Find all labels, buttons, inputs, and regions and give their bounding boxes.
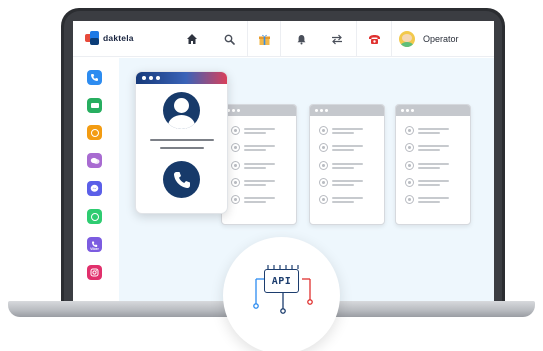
contact-avatar-icon [319, 143, 328, 152]
channel-sidebar: Viber [73, 58, 119, 301]
contact-avatar-icon [231, 195, 240, 204]
contact-list-card [395, 104, 471, 225]
contact-avatar-icon [319, 161, 328, 170]
phone-icon [173, 171, 190, 188]
list-item [405, 126, 449, 135]
list-item [319, 143, 363, 152]
hangup-button[interactable] [359, 21, 389, 57]
list-item [319, 161, 363, 170]
phone-red-icon [368, 34, 380, 44]
home-icon [187, 34, 197, 44]
instagram-channel-icon[interactable] [87, 265, 102, 280]
topbar-divider [247, 21, 248, 57]
logo-text: daktela [103, 33, 134, 43]
contact-list-card [221, 104, 297, 225]
list-item [405, 178, 449, 187]
phone-channel-icon[interactable] [87, 70, 102, 85]
viber-label: Viber [90, 247, 99, 251]
api-chip-icon: API [264, 269, 299, 293]
gift-button[interactable] [249, 21, 279, 57]
list-item [319, 178, 363, 187]
topbar-divider [356, 21, 357, 57]
person-icon [163, 92, 200, 129]
contact-avatar-icon [231, 126, 240, 135]
operator-menu[interactable]: Operator [399, 21, 459, 57]
list-item [231, 195, 275, 204]
list-item [231, 178, 275, 187]
contact-avatar-icon [405, 178, 414, 187]
operator-name: Operator [423, 34, 459, 44]
whatsapp-channel-icon[interactable] [87, 209, 102, 224]
avatar [399, 31, 415, 47]
list-item [405, 143, 449, 152]
transfer-button[interactable] [322, 21, 352, 57]
contact-detail-placeholder [160, 147, 204, 149]
list-item [405, 195, 449, 204]
contact-avatar-icon [319, 195, 328, 204]
contact-avatar-icon [405, 126, 414, 135]
chat-channel-icon[interactable] [87, 125, 102, 140]
contact-detail-card[interactable] [135, 71, 228, 214]
list-item [231, 161, 275, 170]
call-button[interactable] [163, 161, 200, 198]
viber-channel-icon[interactable]: Viber [87, 237, 102, 252]
contact-avatar-icon [405, 161, 414, 170]
topbar-divider [280, 21, 281, 57]
contact-list-card [309, 104, 385, 225]
contact-avatar-icon [405, 195, 414, 204]
home-button[interactable] [177, 21, 207, 57]
list-item [405, 161, 449, 170]
list-item [319, 195, 363, 204]
contact-avatar-icon [319, 126, 328, 135]
email-channel-icon[interactable] [87, 98, 102, 113]
contact-avatar-icon [405, 143, 414, 152]
list-item [231, 126, 275, 135]
contact-avatar-icon [231, 161, 240, 170]
contact-avatar-icon [319, 178, 328, 187]
top-bar: daktela Operator [73, 21, 494, 57]
list-item [231, 143, 275, 152]
messenger-channel-icon[interactable] [87, 181, 102, 196]
contact-name-placeholder [150, 139, 214, 141]
messages-channel-icon[interactable] [87, 153, 102, 168]
search-button[interactable] [214, 21, 244, 57]
contact-avatar-icon [231, 143, 240, 152]
api-label: API [271, 275, 292, 287]
contact-avatar-icon [231, 178, 240, 187]
card-header [136, 72, 227, 84]
daktela-logo-icon [85, 31, 99, 45]
list-item [319, 126, 363, 135]
transfer-icon [332, 34, 342, 44]
notifications-button[interactable] [286, 21, 316, 57]
card-header [396, 105, 470, 116]
card-header [222, 105, 296, 116]
bell-icon [297, 34, 305, 44]
gift-icon [258, 34, 270, 45]
daktela-logo[interactable]: daktela [85, 31, 134, 45]
search-icon [224, 34, 235, 45]
topbar-divider [391, 21, 392, 57]
card-header [310, 105, 384, 116]
